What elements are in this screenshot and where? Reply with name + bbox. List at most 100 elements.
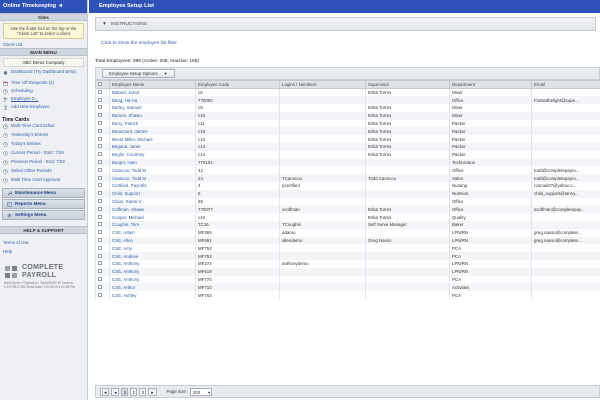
sidebar-item-previous-period[interactable]: Previous Period - End: 7/29 <box>0 159 87 168</box>
row-select-cell[interactable] <box>95 236 110 245</box>
instructions-panel[interactable]: ▼ INSTRUCTIONS <box>95 17 596 31</box>
sidebar-item-scheduling[interactable]: Scheduling <box>0 88 87 96</box>
employee-name-cell[interactable]: CSE, Amy <box>109 244 196 253</box>
row-select-cell[interactable] <box>95 197 110 206</box>
table-row[interactable]: Certified, Payrolls 4 pcertified Nursing ros… <box>95 182 600 190</box>
employee-name-cell[interactable]: Bang, Ha Ha <box>109 96 196 105</box>
sidebar-item-time-off[interactable]: Time Off Requests (2) <box>0 80 87 88</box>
employee-name-cell[interactable]: Child, Support <box>109 189 196 198</box>
row-checkbox[interactable] <box>98 191 102 196</box>
table-row[interactable]: Barnes, Shawn c10 Erika Torres Mixer <box>95 111 600 120</box>
column-header[interactable]: Logins / Numbers <box>279 80 366 89</box>
prev-page-button[interactable]: ◄ <box>111 387 120 396</box>
column-header[interactable]: Employee Name <box>109 80 196 89</box>
employee-name-cell[interactable]: Beglin, Courtney <box>109 150 196 159</box>
table-row[interactable]: Coffman, Shawn 770077 scoffman Erika Torres… <box>95 205 600 214</box>
table-row[interactable]: Beaumont, James c15 Erika Torres Packer <box>95 127 600 136</box>
row-select-cell[interactable] <box>95 228 110 237</box>
client-list-link[interactable]: Client List <box>0 41 87 48</box>
row-checkbox[interactable] <box>98 245 102 250</box>
row-checkbox[interactable] <box>98 222 102 227</box>
employee-name-cell[interactable]: Barley, Samuel <box>109 104 196 112</box>
sidebar-item-other-periods[interactable]: Select Other Periods <box>0 168 87 177</box>
employee-name-cell[interactable]: Beaumont, James <box>109 127 196 136</box>
sidebar-item-dashboard[interactable]: Dashboard (Try Dashboard Beta) <box>0 69 87 80</box>
row-select-cell[interactable] <box>95 252 110 261</box>
row-checkbox[interactable] <box>98 230 102 235</box>
table-row[interactable]: Coughin, Tom TC16 TCoughin Self Serve Manag… <box>95 221 600 229</box>
settings-menu[interactable]: Settings Menu <box>2 210 85 220</box>
employee-name-cell[interactable]: Barnes, Shawn <box>109 111 196 120</box>
row-checkbox[interactable] <box>98 160 102 165</box>
employee-name-cell[interactable]: Begand, Janet <box>109 143 196 151</box>
table-row[interactable]: Barry, Patrick c11 Erika Torres Packer <box>95 119 600 128</box>
help-link[interactable]: Help <box>0 247 87 256</box>
row-checkbox[interactable] <box>98 97 102 102</box>
row-checkbox[interactable] <box>98 253 102 258</box>
employee-name-cell[interactable]: CSE, Ashley <box>109 291 196 300</box>
terms-link[interactable]: Terms of Use <box>0 238 87 247</box>
row-checkbox[interactable] <box>98 152 102 157</box>
row-select-cell[interactable] <box>95 275 110 284</box>
row-select-cell[interactable] <box>95 111 110 120</box>
table-row[interactable]: CSE, Amy MF752 PCA <box>95 244 600 253</box>
row-select-cell[interactable] <box>95 213 110 222</box>
table-row[interactable]: CSE, Andrew MF753 PCA <box>95 252 600 261</box>
app-title[interactable]: Online Timekeeping ◄ <box>0 0 87 13</box>
row-select-cell[interactable] <box>95 143 110 151</box>
table-row[interactable]: CSE, Allen MF691 allendemo Greg Nasso LPN/RN… <box>95 236 600 245</box>
row-select-cell[interactable] <box>95 127 110 136</box>
employee-name-cell[interactable]: Claus, Santa V <box>109 197 196 206</box>
row-checkbox[interactable] <box>98 183 102 188</box>
row-select-cell[interactable] <box>95 150 110 159</box>
row-select-cell[interactable] <box>95 244 110 253</box>
row-select-cell[interactable] <box>95 135 110 144</box>
row-select-cell[interactable] <box>95 182 110 190</box>
row-checkbox[interactable] <box>98 277 102 282</box>
row-checkbox[interactable] <box>98 199 102 204</box>
row-checkbox[interactable] <box>98 90 102 95</box>
row-checkbox[interactable] <box>98 238 102 243</box>
table-row[interactable]: Child, Support 5 Nutrition child_support@ta… <box>95 189 600 198</box>
page-1-button[interactable]: 1 <box>121 387 129 396</box>
sidebar-item-yesterday[interactable]: Yesterday's Entries <box>0 132 87 141</box>
sidebar-item-multi-editor[interactable]: Multi-Time Card Editor <box>0 123 87 132</box>
show-filter-link[interactable]: Click to show the employee list filter <box>101 41 600 49</box>
row-checkbox[interactable] <box>98 105 102 110</box>
column-header[interactable]: Employee Code <box>195 80 280 89</box>
employee-name-cell[interactable]: Cooper, Michael <box>109 213 196 222</box>
row-select-cell[interactable] <box>95 189 110 198</box>
sidebar-item-current-period[interactable]: Current Period - Start: 7/29 <box>0 150 87 159</box>
table-row[interactable]: Burger, Ham 770101 Technicians <box>95 158 600 167</box>
reports-menu[interactable]: Reports Menu <box>2 199 85 209</box>
table-row[interactable]: Claus, Santa V 65 Office <box>95 197 600 206</box>
employee-name-cell[interactable]: CSE, Allen <box>109 236 196 245</box>
row-checkbox[interactable] <box>98 292 102 297</box>
table-row[interactable]: Bang, Ha Ha 770000 Office Fiotsinthelight@s… <box>95 96 600 105</box>
row-select-cell[interactable] <box>95 267 110 276</box>
row-select-cell[interactable] <box>95 221 110 229</box>
employee-name-cell[interactable]: CSE, Anthony <box>109 260 196 268</box>
row-select-cell[interactable] <box>95 88 110 97</box>
row-select-cell[interactable] <box>95 104 110 112</box>
row-checkbox[interactable] <box>98 284 102 289</box>
sidebar-item-approval[interactable]: Multi Time Card Approval <box>0 177 87 186</box>
table-row[interactable]: Beglin, Courtney c14 Erika Torres Packer <box>95 150 600 159</box>
next-page-button[interactable]: ► <box>148 387 157 396</box>
row-checkbox[interactable] <box>98 214 102 219</box>
table-row[interactable]: CSE, Anthony MF619 LPN/RN <box>95 267 600 276</box>
employee-name-cell[interactable]: CSE, Anthony <box>109 267 196 276</box>
row-checkbox[interactable] <box>98 175 102 180</box>
table-row[interactable]: CSE, Anthony MF770 PCA <box>95 275 600 284</box>
row-checkbox[interactable] <box>98 167 102 172</box>
table-row[interactable]: Ballard, Jared c8 Erika Torres Mixer <box>95 88 600 97</box>
column-header[interactable]: Email <box>531 80 600 89</box>
table-row[interactable]: Barley, Samuel c9 Erika Torres Mixer <box>95 104 600 112</box>
table-row[interactable]: CSE, Adam MF365 adamo LPN/RN greg.nasso@comp… <box>95 228 600 237</box>
employee-name-cell[interactable]: Beem Miller, Michael <box>109 135 196 144</box>
employee-name-cell[interactable]: CSE, Andrew <box>109 252 196 261</box>
row-checkbox[interactable] <box>98 128 102 133</box>
row-select-cell[interactable] <box>95 166 110 175</box>
table-row[interactable]: Canscoo, Todd M 42 Office todd@completepayr… <box>95 166 600 175</box>
first-page-button[interactable]: |◄ <box>100 387 110 396</box>
